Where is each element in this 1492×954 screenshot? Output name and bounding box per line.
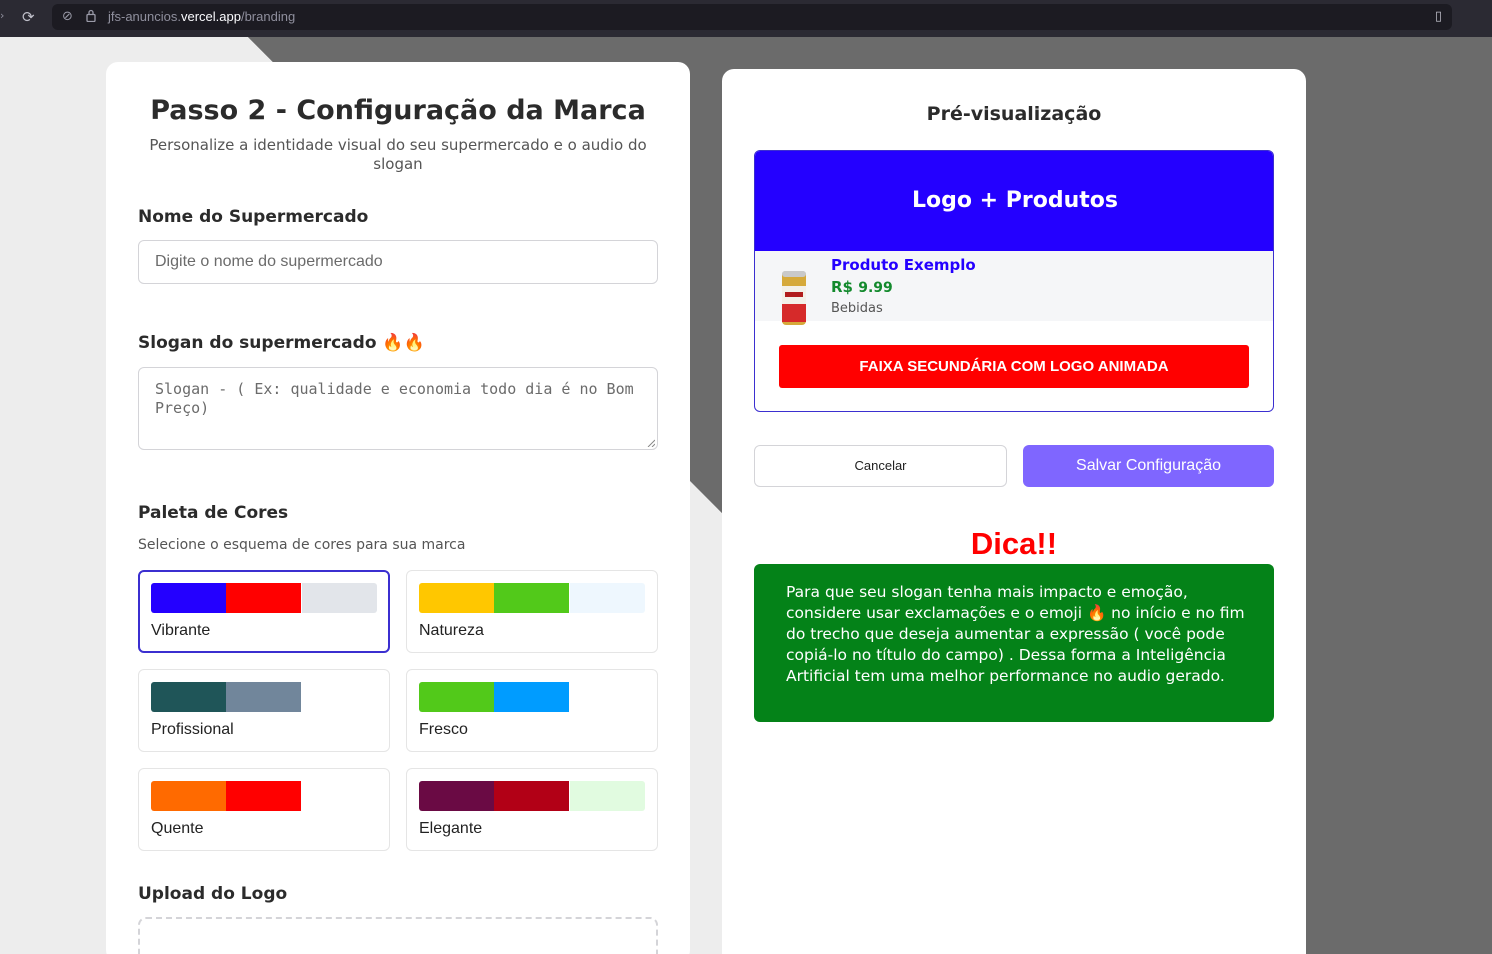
preview-header: Logo + Produtos — [755, 151, 1273, 251]
color-swatch — [569, 583, 645, 613]
secondary-banner: FAIXA SECUNDÁRIA COM LOGO ANIMADA — [779, 345, 1249, 388]
logo-upload-dropzone[interactable] — [138, 917, 658, 954]
color-swatch — [151, 682, 226, 712]
bookmark-icon[interactable]: ▯ — [1435, 9, 1442, 24]
resize-grip-icon[interactable] — [647, 439, 655, 447]
page-title: Passo 2 - Configuração da Marca — [150, 95, 646, 126]
lock-icon[interactable] — [86, 9, 96, 22]
browser-toolbar: › ⟳ ⊘ jfs-anuncios.vercel.app/branding ▯ — [0, 0, 1492, 37]
slogan-label: Slogan do supermercado 🔥🔥 — [138, 333, 425, 353]
tip-text: Para que seu slogan tenha mais impacto e… — [786, 583, 1245, 685]
color-swatch — [494, 682, 570, 712]
url-text[interactable]: jfs-anuncios.vercel.app/branding — [108, 9, 295, 24]
palette-name: Vibrante — [151, 622, 211, 639]
preview-title: Pré-visualização — [926, 103, 1102, 125]
color-swatch — [419, 583, 494, 613]
beer-can-image — [782, 271, 806, 325]
color-swatch — [301, 583, 377, 613]
palette-hint: Selecione o esquema de cores para sua ma… — [138, 537, 466, 553]
palette-option-elegante[interactable]: Elegante — [406, 768, 658, 851]
tip-box: Para que seu slogan tenha mais impacto e… — [754, 564, 1274, 722]
palette-name: Profissional — [151, 721, 234, 738]
product-category: Bebidas — [831, 301, 883, 316]
reload-icon[interactable]: ⟳ — [22, 8, 35, 26]
save-configuration-button[interactable]: Salvar Configuração — [1023, 445, 1274, 487]
color-swatch — [226, 583, 302, 613]
palette-name: Natureza — [419, 622, 484, 639]
brand-preview: Logo + Produtos Produto Exemplo R$ 9.99 … — [754, 150, 1274, 412]
palette-option-quente[interactable]: Quente — [138, 768, 390, 851]
tip-title: Dica!! — [970, 526, 1058, 561]
name-placeholder: Digite o nome do supermercado — [155, 253, 383, 270]
palette-option-vibrante[interactable]: Vibrante — [138, 570, 390, 653]
palette-label: Paleta de Cores — [138, 503, 289, 523]
upload-label: Upload do Logo — [138, 884, 288, 904]
color-swatch — [151, 583, 226, 613]
color-swatch — [494, 781, 570, 811]
product-price: R$ 9.99 — [831, 278, 893, 296]
address-bar[interactable]: ⊘ jfs-anuncios.vercel.app/branding ▯ — [52, 4, 1452, 30]
branding-form-card: Passo 2 - Configuração da Marca Personal… — [106, 62, 690, 954]
color-swatch — [494, 583, 570, 613]
product-name: Produto Exemplo — [831, 256, 976, 274]
palette-option-natureza[interactable]: Natureza — [406, 570, 658, 653]
palette-name: Quente — [151, 820, 204, 837]
palette-option-fresco[interactable]: Fresco — [406, 669, 658, 752]
back-arrow-icon[interactable]: › — [0, 9, 4, 22]
color-swatch — [226, 781, 302, 811]
page-subtitle: Personalize a identidade visual do seu s… — [149, 136, 647, 173]
preview-product-row: Produto Exemplo R$ 9.99 Bebidas — [755, 251, 1273, 325]
palette-name: Elegante — [419, 820, 483, 837]
palette-name: Fresco — [419, 721, 468, 738]
color-swatch — [226, 682, 302, 712]
color-swatch — [151, 781, 226, 811]
slogan-placeholder: Slogan - ( Ex: qualidade e economia todo… — [155, 380, 634, 417]
color-swatch — [419, 781, 494, 811]
slogan-textarea[interactable]: Slogan - ( Ex: qualidade e economia todo… — [138, 367, 658, 450]
name-label: Nome do Supermercado — [138, 207, 369, 227]
tracking-shield-icon[interactable]: ⊘ — [62, 9, 73, 24]
color-swatch — [569, 781, 645, 811]
color-swatch — [419, 682, 494, 712]
preview-card: Pré-visualização Logo + Produtos Produto… — [722, 69, 1306, 954]
supermarket-name-input[interactable]: Digite o nome do supermercado — [138, 240, 658, 284]
cancel-button[interactable]: Cancelar — [754, 445, 1007, 487]
palette-option-profissional[interactable]: Profissional — [138, 669, 390, 752]
